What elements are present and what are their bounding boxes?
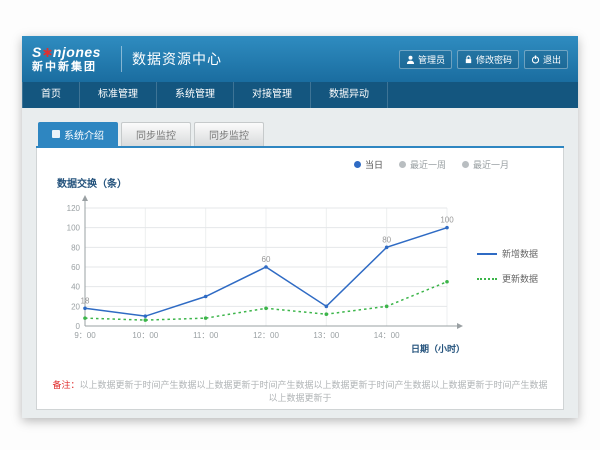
logo-star-icon [43,48,52,57]
footnote-label: 备注： [52,380,79,390]
nav-item-home[interactable]: 首页 [22,82,80,108]
nav-item-system-management[interactable]: 系统管理 [157,82,234,108]
solid-line-icon [477,253,497,255]
filter-dot-icon [462,161,469,168]
legend-label: 新增数据 [502,247,538,260]
filter-last-month[interactable]: 最近一月 [462,158,509,171]
logo-subtitle: 新中新集团 [32,62,101,73]
nav-item-standard-management[interactable]: 标准管理 [80,82,157,108]
svg-text:80: 80 [71,243,80,252]
app-window: S njones 新中新集团 数据资源中心 [22,36,578,418]
footnote: 备注：以上数据更新于时间产生数据以上数据更新于时间产生数据以上数据更新于时间产生… [51,378,549,404]
tab-label: 系统介绍 [64,127,104,142]
tab-bar: 系统介绍 同步监控 同步监控 [36,122,564,148]
filter-label: 当日 [365,158,383,171]
user-icon [406,55,415,64]
svg-text:18: 18 [81,296,90,305]
footnote-text: 以上数据更新于时间产生数据以上数据更新于时间产生数据以上数据更新于时间产生数据以… [80,380,548,403]
svg-text:12：00: 12：00 [253,331,279,340]
tab-label: 同步监控 [209,127,249,142]
svg-text:120: 120 [67,204,81,213]
logout-button-label: 退出 [543,53,561,66]
svg-text:14：00: 14：00 [374,331,400,340]
tab-icon [52,130,60,138]
tab-sync-monitor-1[interactable]: 同步监控 [121,122,191,146]
legend-item-updated-data[interactable]: 更新数据 [477,272,538,285]
chart-panel: 当日 最近一周 最近一月 数据交换（条） 0 20 40 60 80 100 120 9：00… [36,148,564,410]
page-background: S njones 新中新集团 数据资源中心 [0,0,600,450]
filter-last-week[interactable]: 最近一周 [399,158,446,171]
content-area: 系统介绍 同步监控 同步监控 当日 最近一周 [22,108,578,418]
svg-text:0: 0 [76,322,81,331]
svg-text:13：00: 13：00 [313,331,339,340]
filter-today[interactable]: 当日 [354,158,383,171]
logout-button[interactable]: 退出 [524,50,568,69]
svg-text:100: 100 [67,224,81,233]
tab-system-intro[interactable]: 系统介绍 [38,122,118,146]
header-divider [121,46,122,72]
svg-text:40: 40 [71,283,80,292]
header-actions: 管理员 修改密码 退出 [399,50,568,69]
power-icon [531,55,540,64]
svg-text:11：00: 11：00 [193,331,219,340]
svg-text:20: 20 [71,302,80,311]
tab-label: 同步监控 [136,127,176,142]
user-button-label: 管理员 [418,53,445,66]
lock-icon [464,55,473,64]
nav-item-data-change[interactable]: 数据异动 [311,82,388,108]
svg-text:80: 80 [382,235,391,244]
svg-text:10：00: 10：00 [132,331,158,340]
company-logo: S njones 新中新集团 [32,45,101,73]
filter-label: 最近一月 [473,158,509,171]
user-button[interactable]: 管理员 [399,50,452,69]
change-password-button[interactable]: 修改密码 [457,50,519,69]
svg-text:日期（小时）: 日期（小时） [411,343,465,354]
app-header: S njones 新中新集团 数据资源中心 [22,36,578,82]
y-axis-title: 数据交换（条） [57,175,549,190]
filter-label: 最近一周 [410,158,446,171]
svg-text:60: 60 [71,263,80,272]
series-legend: 新增数据 更新数据 [477,247,538,285]
filter-dot-icon [354,161,361,168]
app-title: 数据资源中心 [132,49,222,69]
legend-label: 更新数据 [502,272,538,285]
filter-dot-icon [399,161,406,168]
svg-text:60: 60 [262,255,271,264]
line-chart: 0 20 40 60 80 100 120 9：00 10：00 11：00 12：00 13：00 1… [51,192,475,360]
chart-row: 0 20 40 60 80 100 120 9：00 10：00 11：00 12：00 13：00 1… [51,192,549,360]
logo-wordmark: S njones [32,45,101,59]
svg-text:9：00: 9：00 [74,331,96,340]
tab-sync-monitor-2[interactable]: 同步监控 [194,122,264,146]
legend-item-new-data[interactable]: 新增数据 [477,247,538,260]
svg-text:100: 100 [440,216,454,225]
nav-item-connection-management[interactable]: 对接管理 [234,82,311,108]
logo-text-right: njones [53,45,101,59]
chart-filter-legend: 当日 最近一周 最近一月 [51,158,549,171]
dashed-line-icon [477,278,497,280]
logo-text-left: S [32,45,42,59]
change-password-label: 修改密码 [476,53,512,66]
main-navbar: 首页 标准管理 系统管理 对接管理 数据异动 [22,82,578,108]
